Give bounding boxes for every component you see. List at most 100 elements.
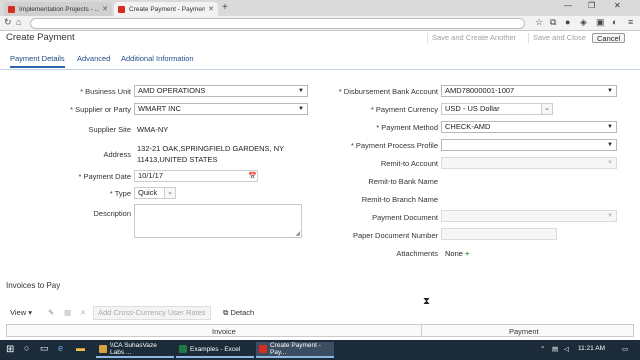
- cancel-button[interactable]: Cancel: [592, 33, 626, 43]
- dropdown-arrow-icon[interactable]: ▼: [606, 88, 614, 95]
- network-icon[interactable]: ▤: [552, 345, 558, 353]
- extension-icon[interactable]: ▣: [596, 17, 605, 28]
- tab-additional-information[interactable]: Additional Information: [121, 54, 194, 63]
- payment-process-profile-label: * Payment Process Profile: [350, 141, 438, 150]
- attachments-link[interactable]: None +: [445, 249, 469, 258]
- address-label: Address: [103, 150, 131, 159]
- resize-handle-icon[interactable]: ◢: [295, 230, 300, 237]
- tab-advanced[interactable]: Advanced: [77, 54, 110, 63]
- business-unit-select[interactable]: AMD OPERATIONS ▼: [134, 85, 308, 97]
- add-cross-currency-rates-button[interactable]: Add Cross-Currency User Rates: [93, 306, 211, 320]
- oracle-favicon-icon: [8, 5, 15, 13]
- attachments-label: Attachments: [396, 249, 438, 258]
- business-unit-label: * Business Unit: [80, 87, 131, 96]
- detach-button[interactable]: ⧉ Detach: [223, 308, 254, 318]
- type-select[interactable]: Quick ⌄: [134, 187, 176, 199]
- browser-toolbar: ↻ ⌂ ☆ ⧉ ● ◈ ▣ ◐ ≡: [0, 16, 640, 31]
- action-center-icon[interactable]: ▭: [622, 345, 628, 353]
- file-explorer-icon[interactable]: ▬: [76, 343, 85, 353]
- extension-icon[interactable]: ⧉: [550, 17, 556, 28]
- invoices-section-title: Invoices to Pay: [6, 281, 61, 290]
- task-view-icon[interactable]: ▭: [40, 343, 49, 354]
- dropdown-arrow-icon[interactable]: ▼: [297, 88, 305, 95]
- taskbar-app-file-explorer[interactable]: \\CA SuhasVaze Labs ...: [96, 342, 174, 358]
- menu-icon[interactable]: ≡: [628, 17, 633, 27]
- payment-currency-select[interactable]: USD - US Dollar ⌄: [441, 103, 553, 115]
- browser-tab-implementation-projects[interactable]: Implementation Projects - ... ✕: [4, 2, 112, 16]
- edit-icon[interactable]: ✎: [48, 308, 54, 317]
- delete-icon: ✕: [80, 308, 87, 317]
- column-header-invoice[interactable]: Invoice: [212, 327, 236, 336]
- remit-to-bank-name-label: Remit-to Bank Name: [368, 177, 438, 186]
- browser-tab-create-payment[interactable]: Create Payment - Paymen... ✕: [114, 2, 218, 16]
- payment-process-profile-select[interactable]: ▼: [441, 139, 617, 151]
- remit-to-account-select: ▼: [441, 157, 617, 169]
- supplier-select[interactable]: WMART INC ▼: [134, 103, 308, 115]
- supplier-value: WMART INC: [138, 104, 182, 113]
- page-title: Create Payment: [6, 32, 75, 43]
- payment-date-value: 10/1/17: [138, 171, 164, 180]
- windows-taskbar: ⊞ ○ ▭ e ▬ \\CA SuhasVaze Labs ... Exampl…: [0, 340, 640, 360]
- paper-document-number-input: [441, 228, 557, 240]
- table-icon: ▦: [64, 308, 72, 317]
- remit-to-account-label: Remit-to Account: [380, 159, 438, 168]
- extension-icon[interactable]: ●: [565, 17, 570, 27]
- save-and-close-button[interactable]: Save and Close: [528, 33, 590, 43]
- restore-button[interactable]: ❐: [588, 1, 595, 10]
- dropdown-arrow-icon[interactable]: ▼: [606, 142, 614, 149]
- windows-start-icon[interactable]: ⊞: [6, 344, 18, 356]
- taskbar-app-excel[interactable]: Examples - Excel: [176, 342, 254, 358]
- close-tab-icon[interactable]: ✕: [208, 5, 214, 13]
- payment-document-select: ▼: [441, 210, 617, 222]
- add-attachment-icon[interactable]: +: [465, 249, 469, 258]
- extension-icon[interactable]: ◐: [612, 17, 617, 27]
- new-tab-button[interactable]: +: [222, 2, 228, 13]
- taskbar-app-browser[interactable]: Create Payment - Pay...: [256, 342, 334, 358]
- reload-icon[interactable]: ↻: [4, 17, 12, 28]
- payment-document-label: Payment Document: [372, 213, 438, 222]
- address-line-1: 132-21 OAK,SPRINGFIELD GARDENS, NY: [137, 144, 285, 153]
- save-and-create-another-button[interactable]: Save and Create Another: [427, 33, 520, 43]
- taskbar-app-label: Create Payment - Pay...: [270, 342, 321, 356]
- shield-icon[interactable]: ◈: [580, 17, 587, 28]
- dropdown-arrow-icon[interactable]: ⌄: [164, 188, 175, 198]
- notification-chevron-icon[interactable]: ⌃: [540, 345, 545, 353]
- browser-tab-bar: Implementation Projects - ... ✕ Create P…: [0, 0, 640, 16]
- tab-payment-details[interactable]: Payment Details: [10, 54, 65, 68]
- volume-icon[interactable]: ◁: [564, 345, 569, 353]
- home-icon[interactable]: ⌂: [16, 17, 21, 27]
- type-value: Quick: [138, 188, 158, 197]
- description-label: Description: [93, 209, 131, 218]
- dropdown-arrow-icon: ▼: [607, 213, 613, 219]
- payment-method-value: CHECK-AMD: [445, 122, 491, 131]
- payment-date-label: * Payment Date: [78, 172, 131, 181]
- dropdown-arrow-icon[interactable]: ▼: [297, 106, 305, 113]
- cortana-icon[interactable]: ○: [24, 343, 29, 353]
- bookmark-star-icon[interactable]: ☆: [535, 17, 543, 28]
- dropdown-arrow-icon[interactable]: ⌄: [541, 104, 552, 114]
- view-menu-label: View: [10, 308, 27, 317]
- taskbar-app-label: Examples - Excel: [190, 345, 241, 353]
- clock[interactable]: 11:21 AM: [578, 345, 605, 352]
- paper-document-number-label: Paper Document Number: [352, 231, 438, 240]
- detach-icon: ⧉: [223, 308, 229, 317]
- column-header-payment[interactable]: Payment: [509, 327, 539, 336]
- close-tab-icon[interactable]: ✕: [102, 5, 108, 13]
- calendar-icon[interactable]: 📅: [248, 172, 257, 180]
- view-menu[interactable]: View ▾: [10, 308, 32, 317]
- detach-label: Detach: [230, 308, 255, 317]
- description-textarea[interactable]: ◢: [134, 204, 302, 238]
- edge-icon[interactable]: e: [58, 343, 63, 353]
- payment-method-select[interactable]: CHECK-AMD ▼: [441, 121, 617, 133]
- minimize-button[interactable]: —: [564, 1, 572, 10]
- payment-date-input[interactable]: 10/1/17: [134, 170, 258, 182]
- payment-currency-label: * Payment Currency: [370, 105, 438, 114]
- business-unit-value: AMD OPERATIONS: [138, 86, 206, 95]
- disbursement-bank-select[interactable]: AMD78000001-1007 ▼: [441, 85, 617, 97]
- supplier-label: * Supplier or Party: [70, 105, 131, 114]
- oracle-favicon-icon: [118, 5, 125, 13]
- close-window-button[interactable]: ✕: [614, 1, 621, 10]
- dropdown-arrow-icon[interactable]: ▼: [606, 124, 614, 131]
- address-bar[interactable]: [30, 18, 525, 29]
- supplier-site-value: WMA-NY: [137, 125, 169, 134]
